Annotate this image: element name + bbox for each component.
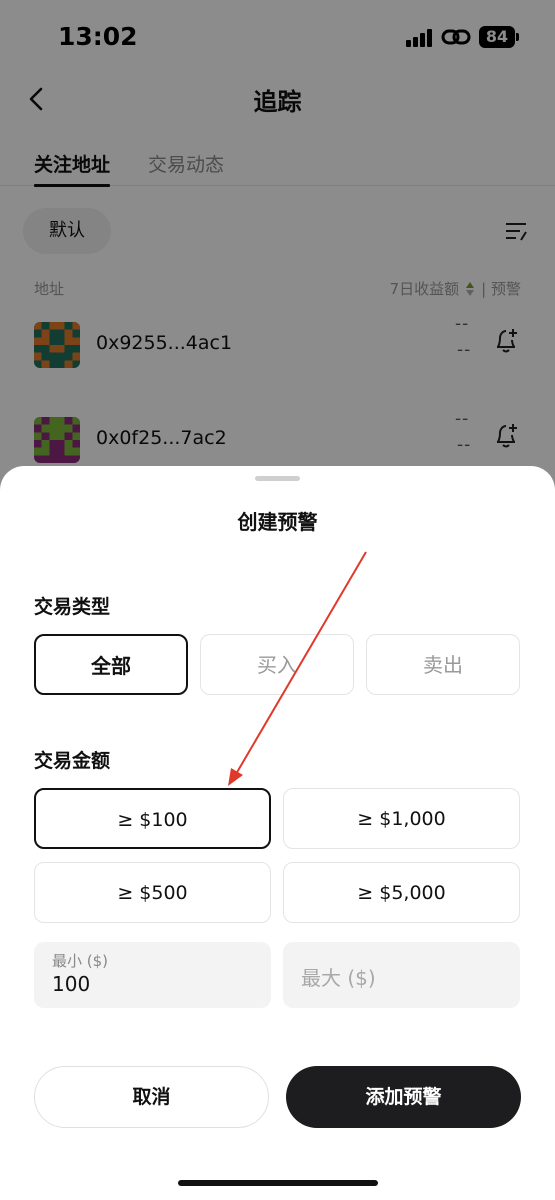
amount-500-button[interactable]: ≥ $500 [34,862,271,923]
trade-type-sell-button[interactable]: 卖出 [366,634,520,695]
trade-type-all-button[interactable]: 全部 [34,634,188,695]
min-amount-field[interactable]: 最小 ($) 100 [34,942,271,1008]
min-amount-value[interactable]: 100 [52,972,90,996]
trade-type-label: 交易类型 [34,596,111,618]
add-alert-button[interactable]: 添加预警 [286,1066,521,1128]
trade-type-buy-button[interactable]: 买入 [200,634,354,695]
create-alert-sheet: 创建预警 交易类型 全部 买入 卖出 交易金额 ≥ $100 ≥ $1,000 … [0,466,555,1200]
sheet-drag-handle[interactable] [255,476,300,481]
amount-1000-button[interactable]: ≥ $1,000 [283,788,520,849]
sheet-title: 创建预警 [237,510,318,534]
min-amount-label: 最小 ($) [52,952,109,970]
max-amount-placeholder[interactable]: 最大 ($) [301,962,376,991]
trade-amount-label: 交易金额 [34,750,111,772]
amount-100-button[interactable]: ≥ $100 [34,788,271,849]
cancel-button[interactable]: 取消 [34,1066,269,1128]
home-indicator [178,1180,378,1186]
amount-5000-button[interactable]: ≥ $5,000 [283,862,520,923]
max-amount-field[interactable]: 最大 ($) [283,942,520,1008]
